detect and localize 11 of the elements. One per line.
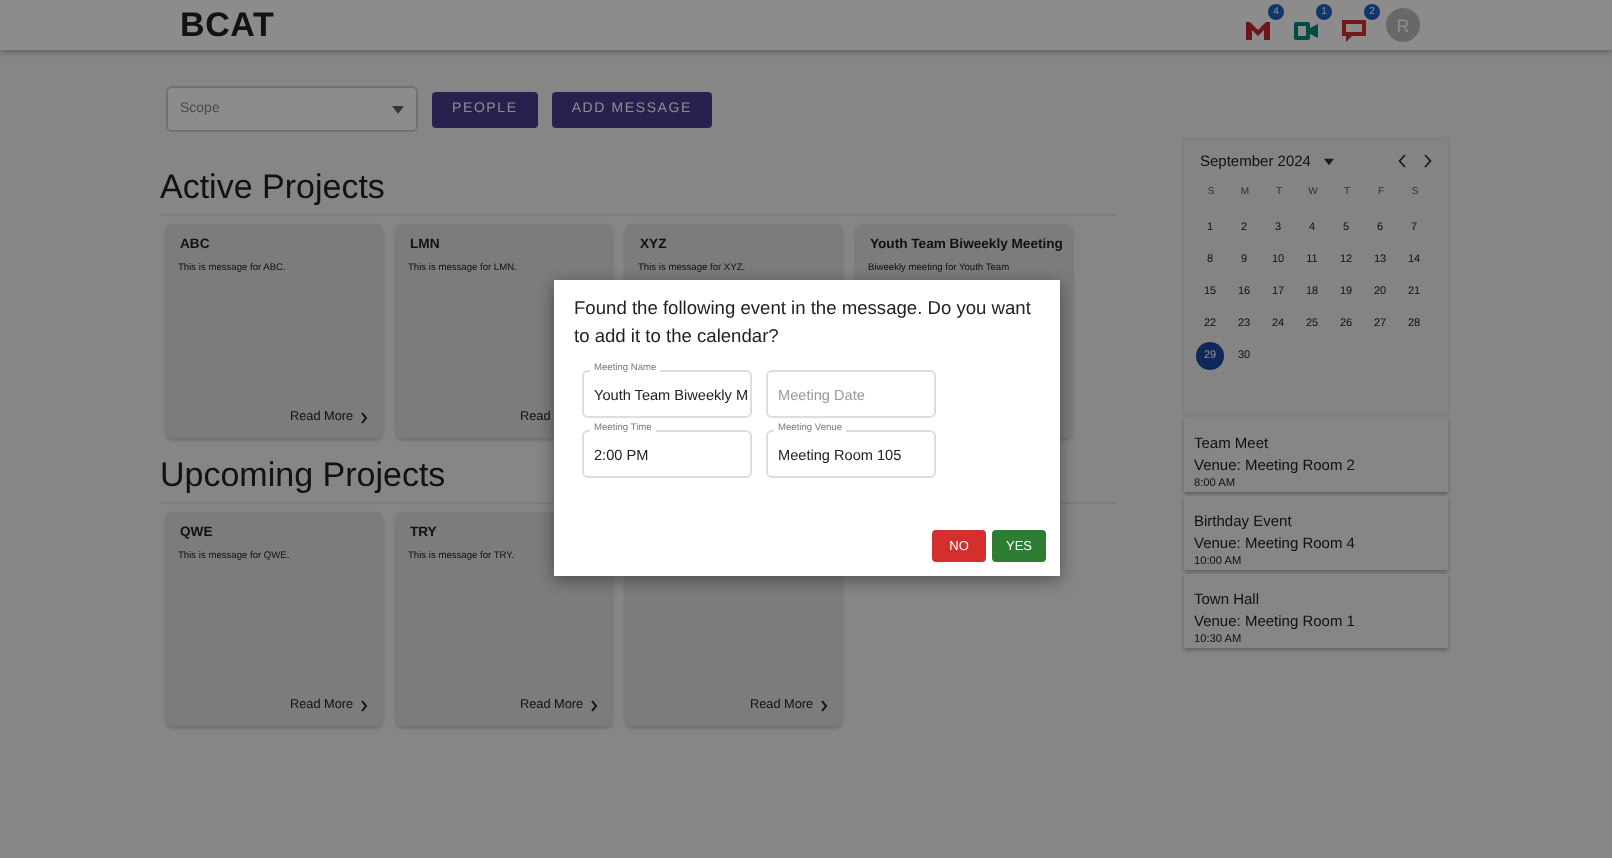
section-heading: Active Projects — [160, 168, 1116, 216]
chevron-right-icon — [589, 699, 598, 711]
caret-icon — [392, 105, 404, 113]
caret-icon[interactable] — [1324, 157, 1335, 165]
chevron-right-icon — [819, 699, 828, 711]
next-month-icon[interactable] — [1424, 154, 1432, 168]
chevron-right-icon — [359, 699, 368, 711]
dialog-message: Found the following event in the message. Do you want to add it to the calendar? — [574, 296, 1033, 350]
chevron-right-icon — [359, 411, 368, 423]
previous-month-icon[interactable] — [1398, 154, 1406, 168]
app-logo: BCAT — [180, 5, 275, 45]
